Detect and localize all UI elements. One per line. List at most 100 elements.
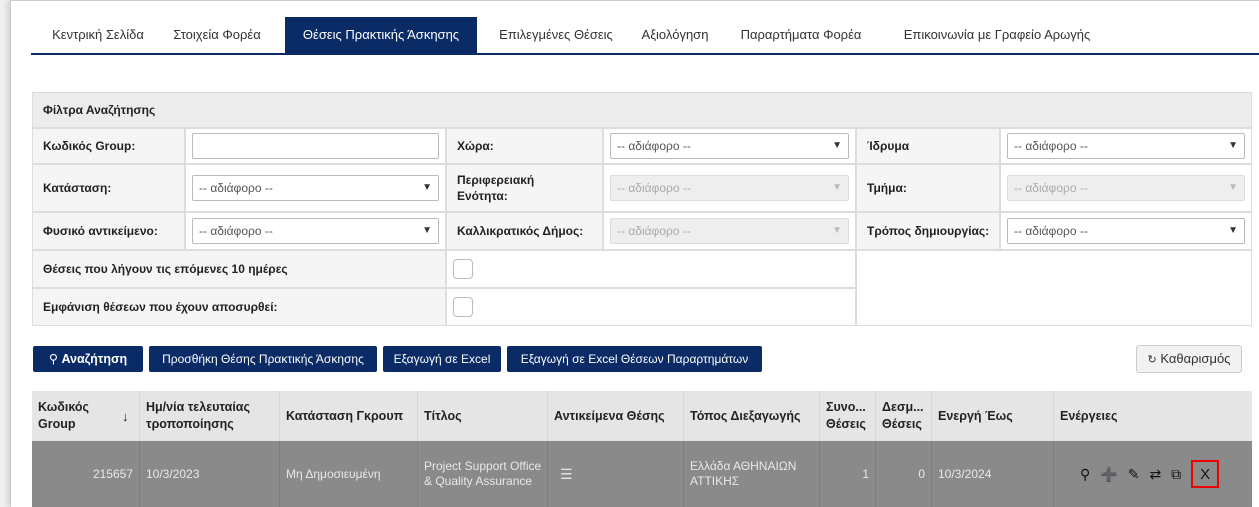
withdrawn-cell (446, 288, 856, 326)
list-icon[interactable]: ☰ (560, 466, 573, 482)
col-header-total[interactable]: Συνο... Θέσεις (820, 391, 876, 441)
department-select[interactable]: -- αδιάφορο -- ▼ (1007, 175, 1245, 201)
copy-icon[interactable]: ⧉ (1171, 466, 1181, 482)
col-header-code[interactable]: Κωδικός Group ↓ (32, 391, 140, 441)
cell-subjects: ☰ (548, 441, 684, 507)
creation-method-value: -- αδιάφορο -- (1014, 224, 1088, 238)
reset-button[interactable]: ↻ Καθαρισμός (1136, 345, 1242, 373)
region-label: Περιφερειακή Ενότητα: (446, 164, 603, 212)
creation-method-cell: -- αδιάφορο -- ▼ (1000, 212, 1252, 250)
col-header-subjects[interactable]: Αντικείμενα Θέσης (548, 391, 684, 441)
tab-organization-info[interactable]: Στοιχεία Φορέα (165, 17, 269, 53)
plus-circle-icon[interactable]: ➕ (1100, 466, 1117, 482)
status-label: Κατάσταση: (32, 164, 185, 212)
institution-cell: -- αδιάφορο -- ▼ (1000, 128, 1252, 164)
chevron-down-icon: ▼ (1228, 182, 1238, 193)
tab-selected-positions[interactable]: Επιλεγμένες Θέσεις (491, 17, 621, 53)
subject-cell: -- αδιάφορο -- ▼ (185, 212, 446, 250)
region-cell: -- αδιάφορο -- ▼ (603, 164, 856, 212)
subject-label: Φυσικό αντικείμενο: (32, 212, 185, 250)
country-select[interactable]: -- αδιάφορο -- ▼ (610, 133, 849, 159)
region-select[interactable]: -- αδιάφορο -- ▼ (610, 175, 849, 201)
cell-modified: 10/3/2023 (140, 441, 280, 507)
department-value: -- αδιάφορο -- (1014, 181, 1088, 195)
filters-empty-cell (856, 250, 1252, 326)
cell-reserved: 0 (876, 441, 932, 507)
group-code-label: Κωδικός Group: (32, 128, 185, 164)
municipality-cell: -- αδιάφορο -- ▼ (603, 212, 856, 250)
search-button-label: Αναζήτηση (61, 352, 128, 366)
chevron-down-icon: ▼ (422, 182, 432, 193)
chevron-down-icon: ▼ (832, 225, 842, 236)
repeat-icon[interactable]: ⇄ (1149, 466, 1161, 482)
status-select[interactable]: -- αδιάφορο -- ▼ (192, 175, 439, 201)
chevron-down-icon: ▼ (422, 225, 432, 236)
institution-label: Ίδρυμα (856, 128, 1000, 164)
institution-select[interactable]: -- αδιάφορο -- ▼ (1007, 133, 1245, 159)
group-code-cell (185, 128, 446, 164)
subject-value: -- αδιάφορο -- (199, 224, 273, 238)
add-position-button[interactable]: Προσθήκη Θέσης Πρακτικής Άσκησης (149, 346, 377, 372)
sort-down-icon: ↓ (122, 408, 129, 424)
expiring-label: Θέσεις που λήγουν τις επόμενες 10 ημέρες (32, 250, 446, 288)
chevron-down-icon: ▼ (832, 182, 842, 193)
tab-underline (31, 53, 1259, 55)
country-label: Χώρα: (446, 128, 603, 164)
tab-annexes[interactable]: Παραρτήματα Φορέα (733, 17, 869, 53)
col-header-active-until[interactable]: Ενεργή Έως (932, 391, 1054, 441)
region-value: -- αδιάφορο -- (617, 181, 691, 195)
creation-method-label: Τρόπος δημιουργίας: (856, 212, 1000, 250)
row-actions: ⚲ ➕ ✎ ⇄ ⧉ X (1080, 460, 1220, 488)
cell-total: 1 (820, 441, 876, 507)
search-icon: ⚲ (48, 352, 58, 366)
edit-icon[interactable]: ✎ (1128, 466, 1140, 482)
expiring-checkbox[interactable] (453, 259, 473, 279)
cell-actions: ⚲ ➕ ✎ ⇄ ⧉ X (1054, 441, 1252, 507)
filters-title: Φίλτρα Αναζήτησης (32, 92, 1252, 128)
col-header-group-status[interactable]: Κατάσταση Γκρουπ (280, 391, 418, 441)
cell-title: Project Support Office & Quality Assuran… (418, 441, 548, 507)
reset-button-label: Καθαρισμός (1160, 351, 1231, 366)
withdrawn-label: Εμφάνιση θέσεων που έχουν αποσυρθεί: (32, 288, 446, 326)
creation-method-select[interactable]: -- αδιάφορο -- ▼ (1007, 218, 1245, 244)
municipality-select[interactable]: -- αδιάφορο -- ▼ (610, 218, 849, 244)
tab-home[interactable]: Κεντρική Σελίδα (39, 17, 157, 53)
col-header-reserved[interactable]: Δεσμ... Θέσεις (876, 391, 932, 441)
export-excel-button[interactable]: Εξαγωγή σε Excel (383, 346, 501, 372)
tab-internship-positions[interactable]: Θέσεις Πρακτικής Άσκησης (285, 17, 477, 53)
department-cell: -- αδιάφορο -- ▼ (1000, 164, 1252, 212)
group-code-input[interactable] (192, 133, 439, 159)
withdrawn-checkbox[interactable] (453, 297, 473, 317)
search-icon[interactable]: ⚲ (1080, 466, 1090, 482)
chevron-down-icon: ▼ (1228, 225, 1238, 236)
municipality-label: Καλλικρατικός Δήμος: (446, 212, 603, 250)
col-header-location[interactable]: Τόπος Διεξαγωγής (684, 391, 820, 441)
status-value: -- αδιάφορο -- (199, 181, 273, 195)
department-label: Τμήμα: (856, 164, 1000, 212)
municipality-value: -- αδιάφορο -- (617, 224, 691, 238)
cell-active-until: 10/3/2024 (932, 441, 1054, 507)
country-cell: -- αδιάφορο -- ▼ (603, 128, 856, 164)
subject-select[interactable]: -- αδιάφορο -- ▼ (192, 218, 439, 244)
col-header-actions: Ενέργειες (1054, 391, 1252, 441)
col-header-modified[interactable]: Ημ/νία τελευταίας τροποποίησης (140, 391, 280, 441)
expiring-cell (446, 250, 856, 288)
status-cell: -- αδιάφορο -- ▼ (185, 164, 446, 212)
tab-helpdesk[interactable]: Επικοινωνία με Γραφείο Αρωγής (894, 17, 1100, 53)
cell-group-status: Μη Δημοσιευμένη (280, 441, 418, 507)
chevron-down-icon: ▼ (832, 140, 842, 151)
country-value: -- αδιάφορο -- (617, 139, 691, 153)
search-button[interactable]: ⚲ Αναζήτηση (33, 346, 143, 372)
refresh-icon: ↻ (1147, 354, 1157, 366)
cell-code: 215657 (32, 441, 140, 507)
search-filters: Φίλτρα Αναζήτησης Κωδικός Group: Χώρα: -… (32, 92, 1252, 326)
export-annex-excel-button[interactable]: Εξαγωγή σε Excel Θέσεων Παραρτημάτων (507, 346, 762, 372)
col-header-code-label: Κωδικός Group (38, 400, 90, 431)
page-frame: Κεντρική Σελίδα Στοιχεία Φορέα Θέσεις Πρ… (10, 0, 1259, 507)
tab-evaluation[interactable]: Αξιολόγηση (635, 17, 715, 53)
main-tabs: Κεντρική Σελίδα Στοιχεία Φορέα Θέσεις Πρ… (11, 1, 1259, 57)
col-header-title[interactable]: Τίτλος (418, 391, 548, 441)
close-icon[interactable]: X (1191, 460, 1220, 488)
institution-value: -- αδιάφορο -- (1014, 139, 1088, 153)
chevron-down-icon: ▼ (1228, 140, 1238, 151)
